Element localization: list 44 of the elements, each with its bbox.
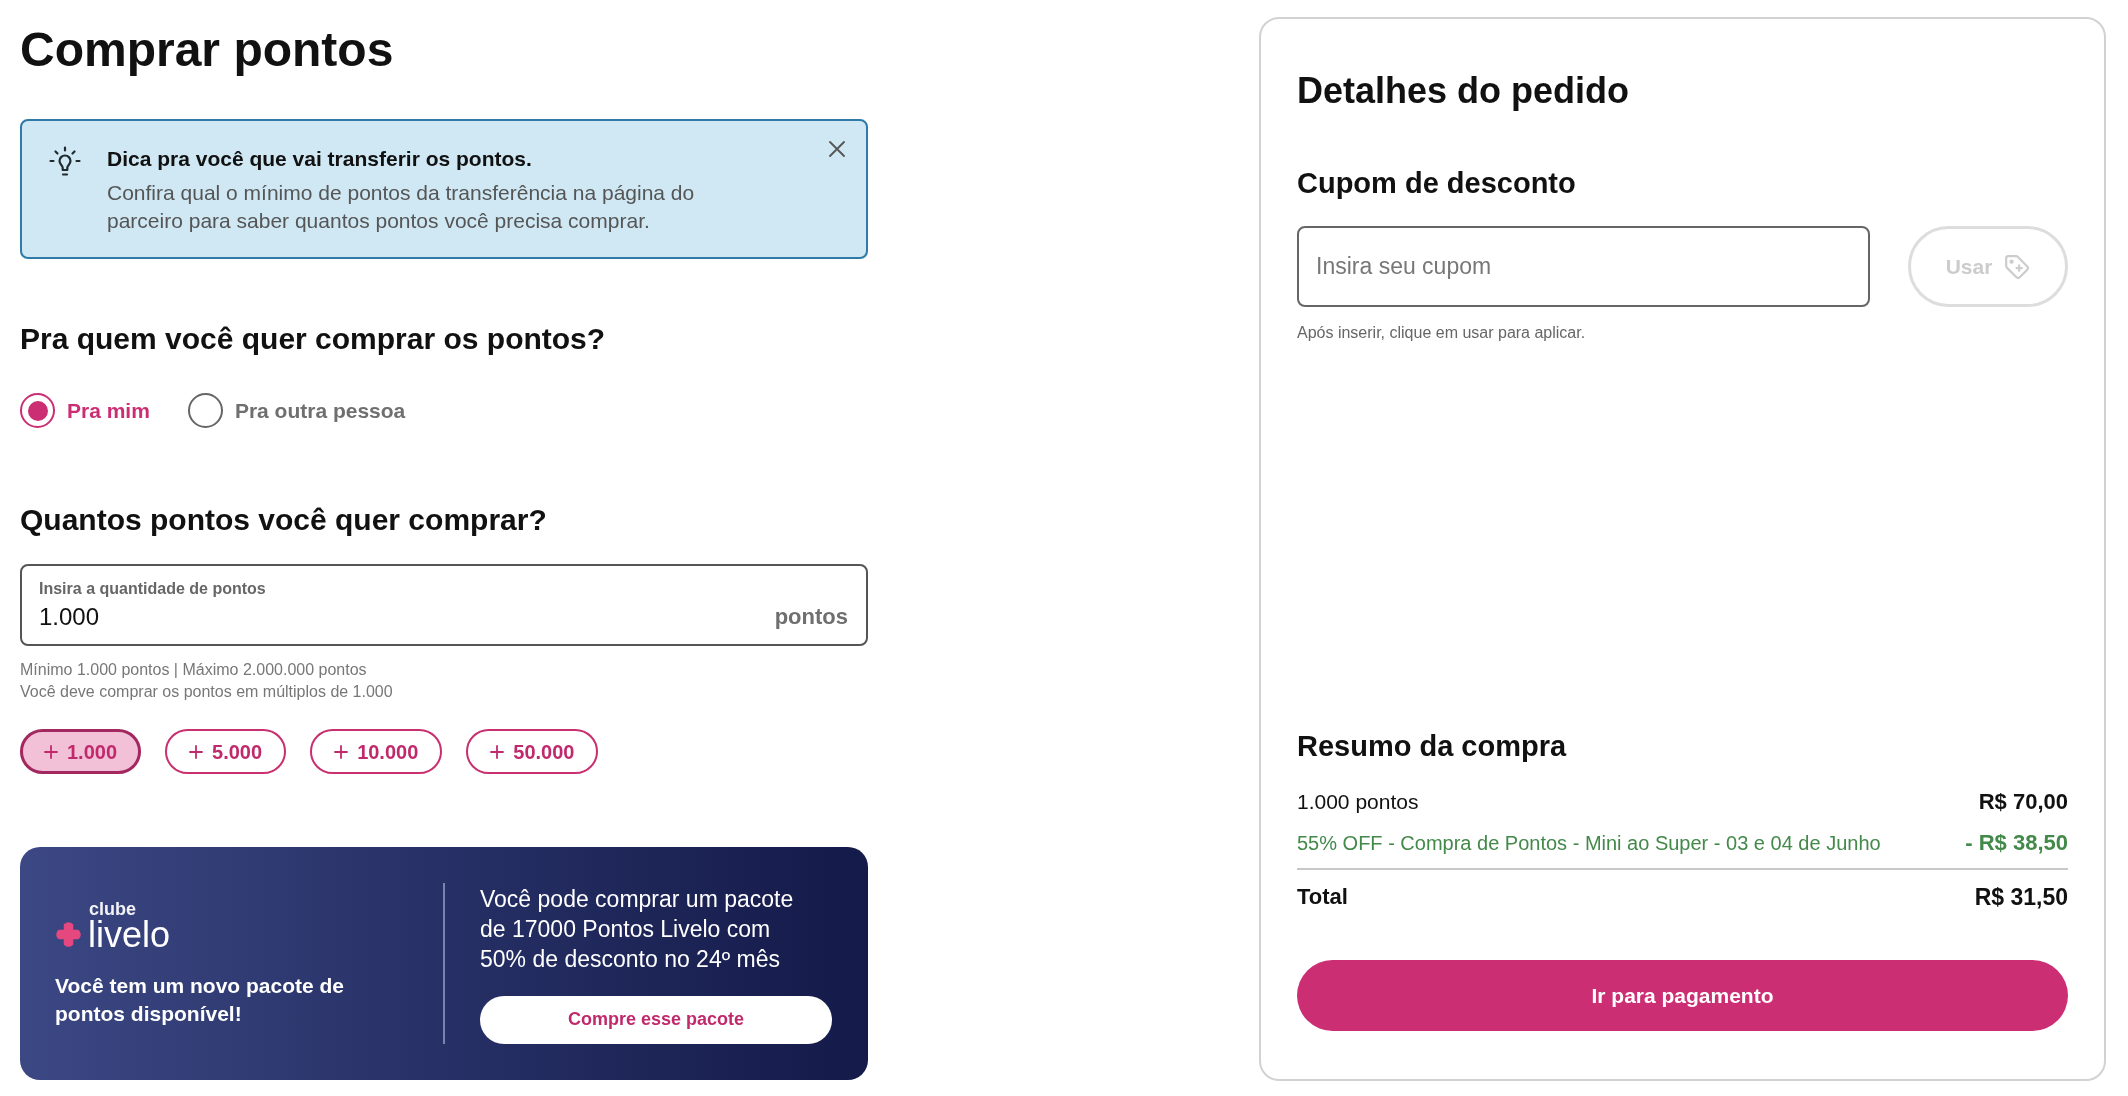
section-heading: Pra quem você quer comprar os pontos? (20, 321, 607, 357)
summary-label: 55% OFF - Compra de Pontos - Mini ao Super - 03 e 04 de Junho (1297, 831, 1881, 856)
plus-icon (189, 744, 204, 759)
tip-text: Confira qual o mínimo de pontos da transferência na página do parceiro para saber quantos pontos você precisa comprar. (107, 180, 696, 234)
plus-icon (334, 744, 349, 759)
logo-wordmark: livelo (88, 917, 171, 952)
total-amount: R$ 31,50 (1974, 883, 2068, 912)
section-heading: Quantos pontos você quer comprar? (20, 502, 548, 538)
lightbulb-icon (48, 145, 82, 179)
plus-icon (490, 744, 505, 759)
close-icon[interactable] (829, 141, 845, 157)
add-points-button[interactable]: 10.000 (310, 729, 443, 774)
field-label: Insira a quantidade de pontos (39, 579, 266, 599)
add-points-button[interactable]: 1.000 (20, 729, 142, 774)
card-title: Detalhes do pedido (1297, 71, 1631, 111)
quantity-input-field[interactable]: Insira a quantidade de pontos 1.000 pontos (20, 564, 868, 646)
unit-label: pontos (774, 603, 848, 631)
coupon-input[interactable]: Insira seu cupom (1297, 226, 1870, 307)
radio-label[interactable]: Pra outra pessoa (234, 396, 406, 425)
hint-text: Você deve comprar os pontos em múltiplos de 1.000 (20, 682, 393, 702)
radio-label[interactable]: Pra mim (67, 396, 150, 425)
payment-button[interactable]: Ir para pagamento (1297, 960, 2068, 1031)
add-points-button[interactable]: 5.000 (165, 729, 287, 774)
banner-headline: Você tem um novo pacote de pontos disponível! (55, 972, 345, 1027)
field-value: 1.000 (39, 602, 100, 632)
cross-mark-icon (55, 921, 82, 948)
summary-label: 1.000 pontos (1297, 789, 1419, 815)
summary-amount: - R$ 38,50 (1965, 829, 2068, 857)
hint-text: Mínimo 1.000 pontos | Máximo 2.000.000 pontos (20, 660, 367, 680)
logo-small-text: clube (89, 899, 136, 918)
tag-icon (2004, 253, 2031, 280)
plus-icon (44, 744, 58, 759)
summary-amount: R$ 70,00 (1978, 788, 2068, 816)
coupon-hint: Após inserir, clique em usar para aplicar. (1297, 323, 1586, 343)
section-heading: Resumo da compra (1297, 729, 1567, 764)
add-points-button[interactable]: 50.000 (466, 729, 599, 774)
radio-button[interactable] (187, 393, 223, 428)
tip-title: Dica pra você que vai transferir os pontos. (107, 146, 533, 172)
total-label: Total (1297, 883, 1348, 911)
section-heading: Cupom de desconto (1297, 166, 1577, 201)
banner-text: Você pode comprar um pacote de 17000 Pontos Livelo com 50% de desconto no 24º mês (480, 884, 795, 974)
page-title: Comprar pontos (20, 22, 394, 78)
buy-package-button[interactable]: Compre esse pacote (480, 995, 832, 1044)
radio-button[interactable] (20, 393, 55, 428)
